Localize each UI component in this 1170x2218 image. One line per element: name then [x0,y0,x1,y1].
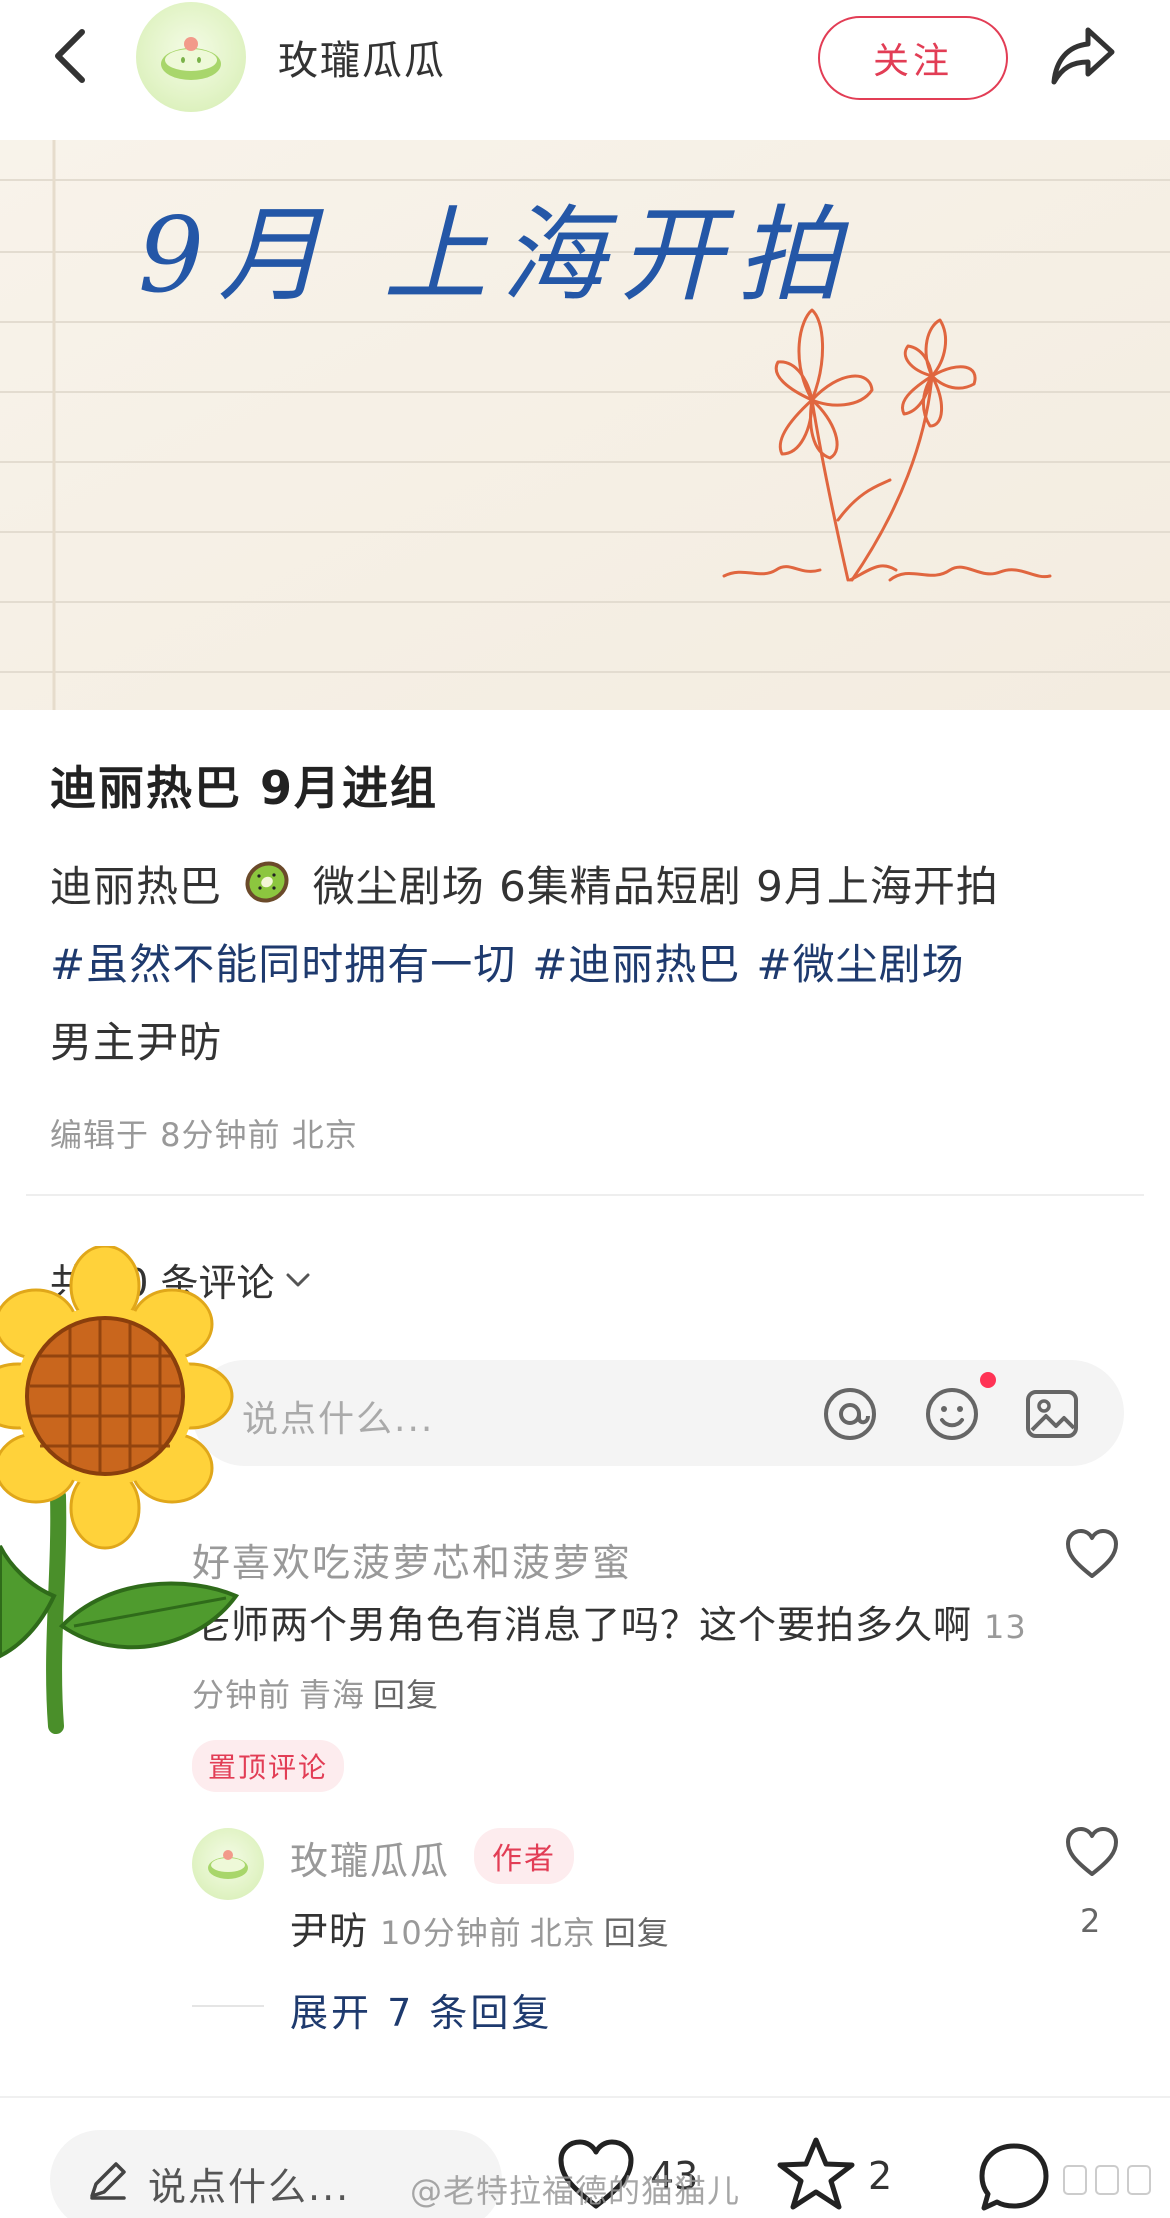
hashtag-link[interactable]: #微尘剧场 [756,940,964,989]
reply-username[interactable]: 玫瓏瓜瓜 [290,1830,450,1885]
post-content: 迪丽热巴 微尘剧场 6集精品短剧 9月上海开拍 #虽然不能同时拥有一切 #迪丽热巴… [50,848,1130,1082]
heart-icon[interactable] [1064,1528,1120,1580]
watermark-text: @老特拉福德的猫猫儿 [410,2172,741,2210]
star-icon[interactable] [776,2134,856,2214]
at-mention-icon[interactable] [820,1384,880,1444]
image-icon[interactable] [1022,1384,1082,1444]
divider [26,1194,1144,1196]
post-line-1-suffix: 微尘剧场 6集精品短剧 9月上海开拍 [312,862,999,911]
post-line-3: 男主尹昉 [50,1018,223,1067]
expand-replies-button[interactable]: 展开 7 条回复 [290,1982,552,2037]
comment-location: 青海 [299,1676,366,1714]
post-meta: 编辑于 8分钟前 北京 [50,1116,358,1154]
chevron-down-icon [286,1273,310,1286]
reply-body: 尹昉 10分钟前 北京 回复 [290,1900,670,1955]
bottom-input-placeholder: 说点什么... [148,2165,351,2209]
top-bar: 玫瓏瓜瓜 关注 [0,0,1170,140]
watermark-icon [1063,2165,1151,2195]
hashtag-link[interactable]: #虽然不能同时拥有一切 [50,940,516,989]
melon-icon [208,1850,248,1879]
expand-divider [192,2005,264,2007]
comment-body: 老师两个男角色有消息了吗？这个要拍多久啊 13分钟前 青海 回复 [192,1592,1052,1728]
kiwi-emoji-icon [245,861,289,903]
post-line-1-prefix: 迪丽热巴 [50,862,223,911]
melon-icon [161,37,221,80]
share-icon[interactable] [1048,24,1118,88]
author-avatar[interactable] [136,2,246,112]
emoji-icon[interactable] [922,1384,982,1444]
comment-input-placeholder: 说点什么... [242,1399,435,1440]
notification-dot [980,1372,996,1388]
comment-reply-button[interactable]: 回复 [373,1676,439,1714]
reply-time: 10分钟前 [380,1914,522,1952]
post-hashtags: #虽然不能同时拥有一切 #迪丽热巴 #微尘剧场 [50,926,1130,1004]
pinned-comment-badge: 置顶评论 [192,1740,345,1792]
star-count: 2 [868,2154,893,2198]
post-cover-image[interactable]: 9月 上海开拍 [0,140,1170,710]
post-line-1: 迪丽热巴 微尘剧场 6集精品短剧 9月上海开拍 [50,848,1130,926]
comment-bubble-icon[interactable] [974,2138,1054,2218]
author-badge: 作者 [474,1828,574,1884]
reply-text: 尹昉 [290,1909,369,1953]
reply-like-count: 2 [1080,1902,1101,1940]
author-name[interactable]: 玫瓏瓜瓜 [278,28,446,86]
post-title: 迪丽热巴 9月进组 [50,761,439,815]
reply-avatar[interactable] [192,1828,264,1900]
sunflower-sticker [0,1246,240,1734]
divider [0,2096,1170,2098]
heart-icon[interactable] [1064,1826,1120,1878]
pencil-icon [90,2162,126,2200]
follow-button[interactable]: 关注 [818,16,1008,100]
comment-username[interactable]: 好喜欢吃菠萝芯和菠萝蜜 [192,1532,632,1587]
comment-input[interactable]: 说点什么... [192,1360,1124,1466]
hashtag-link[interactable]: #迪丽热巴 [532,940,740,989]
comment-text: 老师两个男角色有消息了吗？这个要拍多久啊 [192,1603,973,1647]
reply-location: 北京 [529,1914,596,1952]
back-arrow-icon[interactable] [48,26,98,86]
reply-reply-button[interactable]: 回复 [604,1914,670,1952]
cover-handwritten-title: 9月 上海开拍 [138,194,856,316]
